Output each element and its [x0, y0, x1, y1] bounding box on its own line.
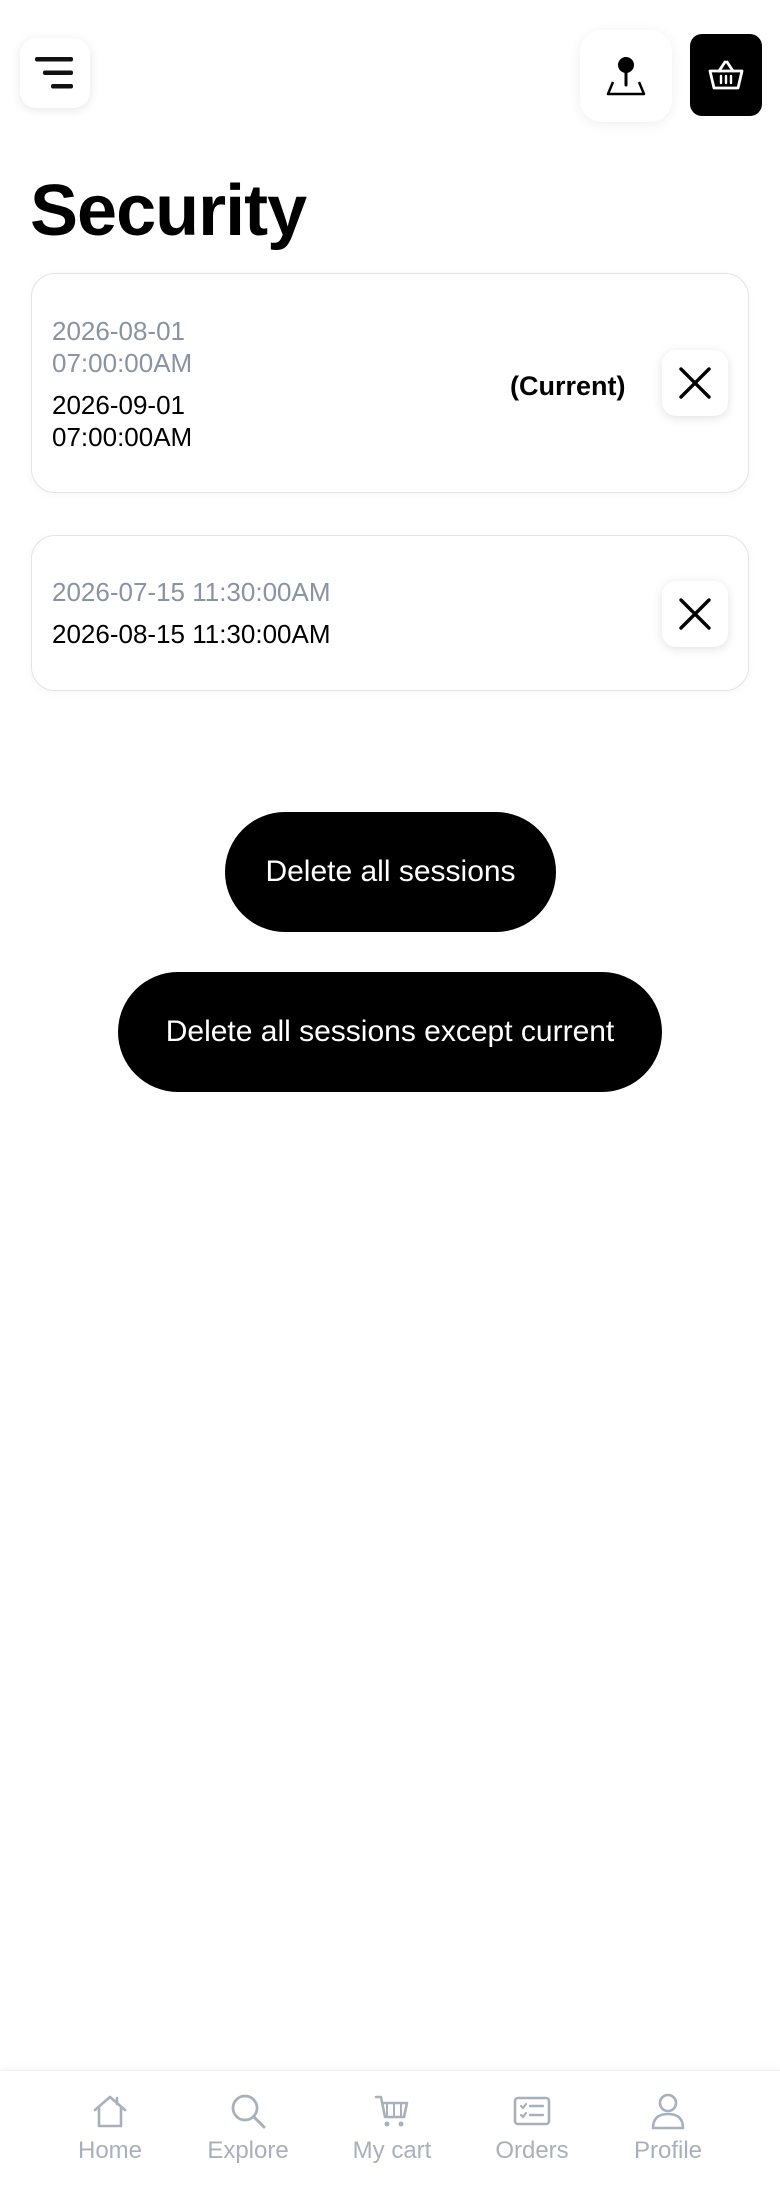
location-pin-icon — [606, 57, 646, 96]
current-session-badge: (Current) — [510, 371, 626, 401]
session-end-time: 2026-08-15 11:30:00AM — [52, 619, 331, 649]
nav-label-profile: Profile — [633, 2137, 703, 2164]
basket-icon — [708, 60, 744, 90]
nav-label-my-cart: My cart — [352, 2137, 432, 2164]
cart-icon — [374, 2095, 409, 2127]
close-icon — [679, 598, 711, 630]
basket-button[interactable] — [690, 34, 762, 116]
delete-all-except-current-button[interactable]: Delete all sessions except current — [118, 972, 662, 1092]
nav-item-explore[interactable]: Explore — [183, 2091, 313, 2191]
nav-item-profile[interactable]: Profile — [603, 2091, 733, 2191]
delete-all-sessions-button[interactable]: Delete all sessions — [225, 812, 556, 932]
menu-button[interactable] — [20, 38, 90, 108]
nav-label-home: Home — [77, 2137, 143, 2164]
session-card: 2026-08-01 07:00:00AM 2026-09-01 07:00:0… — [31, 273, 749, 493]
orders-icon — [513, 2096, 551, 2126]
location-button[interactable] — [580, 30, 672, 122]
nav-item-home[interactable]: Home — [45, 2091, 175, 2191]
session-end-time: 2026-09-01 07:00:00AM — [52, 390, 193, 452]
nav-item-orders[interactable]: Orders — [467, 2091, 597, 2191]
home-icon — [93, 2095, 127, 2128]
search-icon — [231, 2094, 266, 2129]
session-card: 2026-07-15 11:30:00AM 2026-08-15 11:30:0… — [31, 535, 749, 691]
profile-icon — [651, 2093, 685, 2130]
delete-session-button[interactable] — [662, 581, 728, 647]
bottom-navigation: Home Explore My cart Orders Profile — [0, 2070, 780, 2201]
session-start-time: 2026-07-15 11:30:00AM — [52, 577, 331, 607]
header — [0, 0, 780, 150]
session-start-time: 2026-08-01 07:00:00AM — [52, 316, 193, 378]
page-title: Security — [30, 171, 307, 251]
delete-session-button[interactable] — [662, 350, 728, 416]
nav-label-explore: Explore — [207, 2137, 289, 2164]
menu-icon — [35, 57, 73, 89]
nav-label-orders: Orders — [495, 2137, 569, 2164]
close-icon — [679, 367, 711, 399]
nav-item-my-cart[interactable]: My cart — [327, 2091, 457, 2191]
